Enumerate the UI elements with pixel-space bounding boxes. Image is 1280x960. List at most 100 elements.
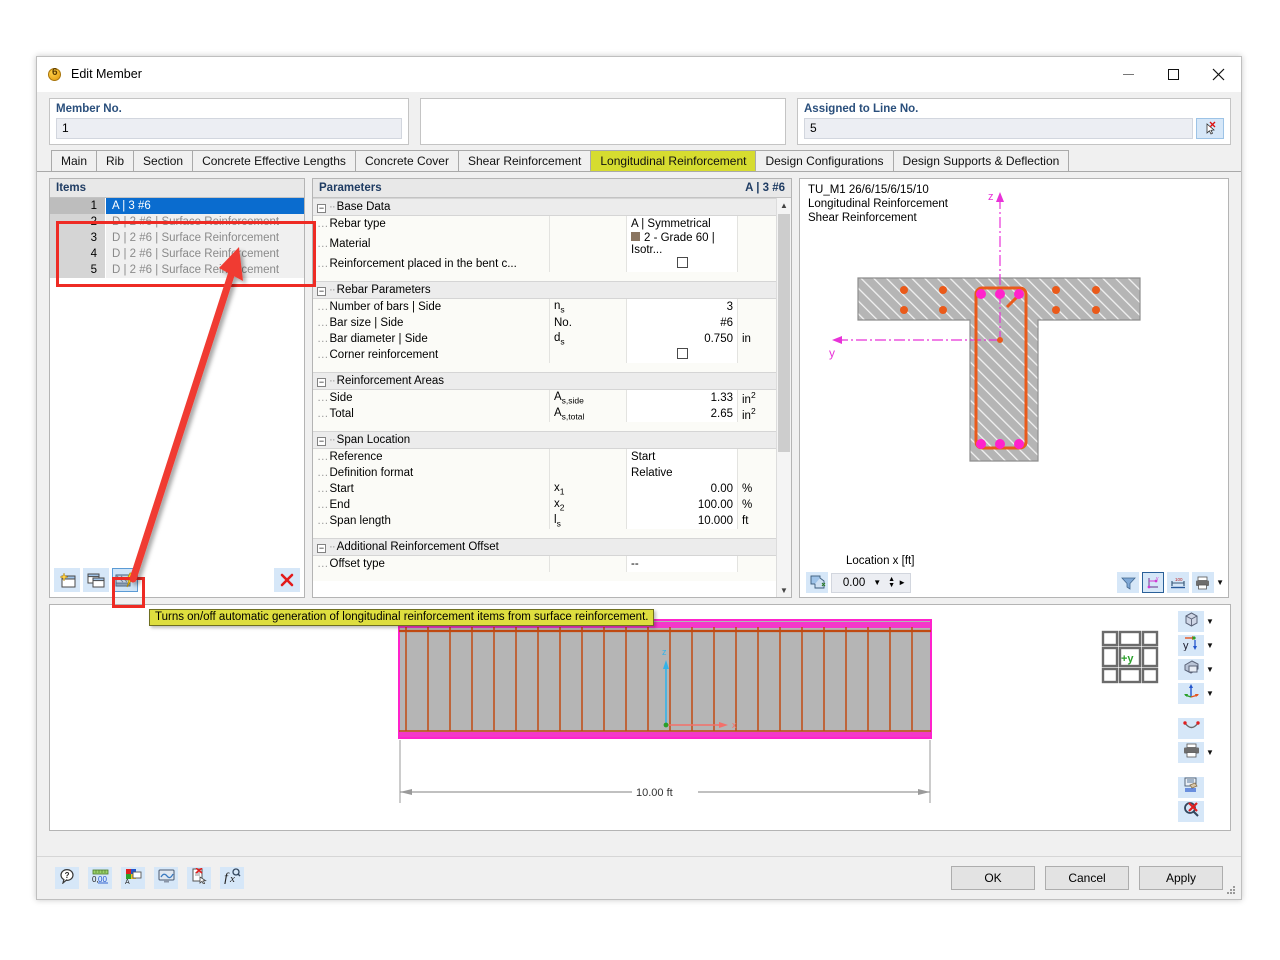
- parameter-value[interactable]: 0.00: [627, 481, 738, 497]
- scroll-up-arrow-icon[interactable]: ▲: [777, 198, 791, 212]
- parameter-value[interactable]: 3: [627, 299, 738, 316]
- parameters-scrollbar[interactable]: ▲ ▼: [776, 198, 791, 597]
- parameter-value[interactable]: #6: [627, 315, 738, 331]
- parameter-value[interactable]: 10.000: [627, 513, 738, 529]
- resize-grip-icon[interactable]: [1225, 884, 1237, 896]
- ok-button[interactable]: OK: [951, 866, 1035, 890]
- maximize-button[interactable]: [1151, 57, 1196, 91]
- table-row[interactable]: 2D | 2 #6 | Surface Reinforcement: [50, 214, 304, 230]
- checkbox[interactable]: [677, 348, 688, 359]
- parameter-value[interactable]: 100.00: [627, 497, 738, 513]
- collapse-icon[interactable]: −: [317, 544, 326, 553]
- print-button[interactable]: [1192, 572, 1214, 593]
- section-graphic-pane[interactable]: TU_M1 26/6/15/6/15/10 Longitudinal Reinf…: [799, 178, 1229, 598]
- minimize-button[interactable]: [1106, 57, 1151, 91]
- tab-longitudinal-reinforcement[interactable]: Longitudinal Reinforcement: [590, 150, 756, 171]
- checkbox[interactable]: [677, 257, 688, 268]
- parameter-group-header[interactable]: −··Additional Reinforcement Offset: [313, 539, 777, 556]
- spinner-arrows-icon[interactable]: ▲▼: [885, 577, 898, 589]
- collapse-icon[interactable]: −: [317, 378, 326, 387]
- parameter-group-header[interactable]: −··Reinforcement Areas: [313, 373, 777, 390]
- apply-button[interactable]: Apply: [1139, 866, 1223, 890]
- tab-shear-reinforcement[interactable]: Shear Reinforcement: [458, 150, 591, 171]
- chevron-down-icon[interactable]: ▼: [1206, 641, 1214, 650]
- assigned-line-input[interactable]: 5: [804, 118, 1193, 139]
- parameter-row[interactable]: …Reinforcement placed in the bent c...: [313, 256, 777, 272]
- items-list[interactable]: 1A | 3 #62D | 2 #6 | Surface Reinforceme…: [50, 198, 304, 278]
- chevron-down-icon[interactable]: ▼: [1206, 665, 1214, 674]
- collapse-icon[interactable]: −: [317, 204, 326, 213]
- parameter-value[interactable]: 2.65: [627, 406, 738, 422]
- ruler-button[interactable]: 100: [1167, 572, 1189, 593]
- chevron-down-icon[interactable]: ▼: [869, 578, 885, 587]
- parameter-row[interactable]: …TotalAs,total2.65in2: [313, 406, 777, 422]
- tab-rib[interactable]: Rib: [96, 150, 134, 171]
- parameter-value[interactable]: A | Symmetrical: [627, 216, 738, 233]
- parameter-value[interactable]: Relative: [627, 465, 738, 481]
- tab-main[interactable]: Main: [51, 150, 97, 171]
- clear-results-button[interactable]: [1178, 801, 1204, 822]
- print-report-button[interactable]: [1178, 777, 1204, 798]
- parameter-value[interactable]: --: [627, 556, 738, 573]
- parameter-group-header[interactable]: −··Rebar Parameters: [313, 282, 777, 299]
- parameter-row[interactable]: …ReferenceStart: [313, 449, 777, 466]
- display-properties-button[interactable]: A: [121, 867, 145, 889]
- parameter-value[interactable]: [627, 256, 738, 272]
- help-button[interactable]: ?: [55, 867, 79, 889]
- delete-item-button[interactable]: [274, 568, 300, 592]
- chevron-down-icon[interactable]: ▼: [1206, 748, 1214, 757]
- scrollbar-thumb[interactable]: [778, 214, 790, 452]
- parameter-row[interactable]: …Corner reinforcement: [313, 347, 777, 363]
- parameter-value[interactable]: Start: [627, 449, 738, 466]
- view-cube-button[interactable]: [1178, 611, 1204, 632]
- render-style-button[interactable]: [1178, 659, 1204, 680]
- parameter-row[interactable]: …Span lengthls10.000ft: [313, 513, 777, 529]
- filter-button[interactable]: [1117, 572, 1139, 593]
- parameter-group-header[interactable]: −··Base Data: [313, 199, 777, 216]
- print-dropdown-caret-icon[interactable]: ▼: [1216, 578, 1224, 587]
- tab-section[interactable]: Section: [133, 150, 193, 171]
- parameter-row[interactable]: …Bar size | SideNo.#6: [313, 315, 777, 331]
- dimension-button[interactable]: y: [1142, 572, 1164, 593]
- units-button[interactable]: 0,00: [88, 867, 112, 889]
- parameter-row[interactable]: …Bar diameter | Sideds0.750in: [313, 331, 777, 347]
- tab-concrete-effective-lengths[interactable]: Concrete Effective Lengths: [192, 150, 356, 171]
- auto-generate-button[interactable]: [112, 568, 138, 592]
- print-graphic-button[interactable]: [1178, 742, 1204, 763]
- parameter-value[interactable]: [627, 347, 738, 363]
- formula-button[interactable]: fx: [220, 867, 244, 889]
- new-item-button[interactable]: [54, 568, 80, 592]
- close-button[interactable]: [1196, 57, 1241, 91]
- table-row[interactable]: 5D | 2 #6 | Surface Reinforcement: [50, 262, 304, 278]
- parameter-value[interactable]: 0.750: [627, 331, 738, 347]
- clear-fields-button[interactable]: [187, 867, 211, 889]
- collapse-icon[interactable]: −: [317, 437, 326, 446]
- deformation-button[interactable]: [1178, 718, 1204, 739]
- pick-line-button[interactable]: [1196, 118, 1224, 139]
- view-direction-button[interactable]: y: [1178, 635, 1204, 656]
- tab-concrete-cover[interactable]: Concrete Cover: [355, 150, 459, 171]
- chevron-down-icon[interactable]: ▼: [1206, 617, 1214, 626]
- scroll-down-arrow-icon[interactable]: ▼: [777, 583, 791, 597]
- parameter-row[interactable]: …Number of bars | Sidens3: [313, 299, 777, 316]
- render-mode-button[interactable]: [806, 572, 828, 593]
- view-cube[interactable]: +y: [1100, 629, 1160, 687]
- parameter-row[interactable]: …SideAs,side1.33in2: [313, 390, 777, 407]
- view-settings-button[interactable]: [154, 867, 178, 889]
- parameter-row[interactable]: …Offset type--: [313, 556, 777, 573]
- copy-item-button[interactable]: [83, 568, 109, 592]
- coordinate-system-button[interactable]: [1178, 683, 1204, 704]
- parameter-row[interactable]: …Rebar typeA | Symmetrical: [313, 216, 777, 233]
- tab-design-supports-deflection[interactable]: Design Supports & Deflection: [893, 150, 1070, 171]
- next-location-icon[interactable]: ►: [898, 578, 910, 587]
- collapse-icon[interactable]: −: [317, 287, 326, 296]
- parameter-group-header[interactable]: −··Span Location: [313, 432, 777, 449]
- tab-design-configurations[interactable]: Design Configurations: [755, 150, 893, 171]
- location-x-spinner[interactable]: 0.00 ▼ ▲▼ ►: [831, 573, 911, 593]
- parameter-value[interactable]: 1.33: [627, 390, 738, 407]
- table-row[interactable]: 1A | 3 #6: [50, 198, 304, 214]
- chevron-down-icon[interactable]: ▼: [1206, 689, 1214, 698]
- parameter-value[interactable]: 2 - Grade 60 | Isotr...: [627, 232, 738, 256]
- cancel-button[interactable]: Cancel: [1045, 866, 1129, 890]
- parameter-row[interactable]: …Material2 - Grade 60 | Isotr...: [313, 232, 777, 256]
